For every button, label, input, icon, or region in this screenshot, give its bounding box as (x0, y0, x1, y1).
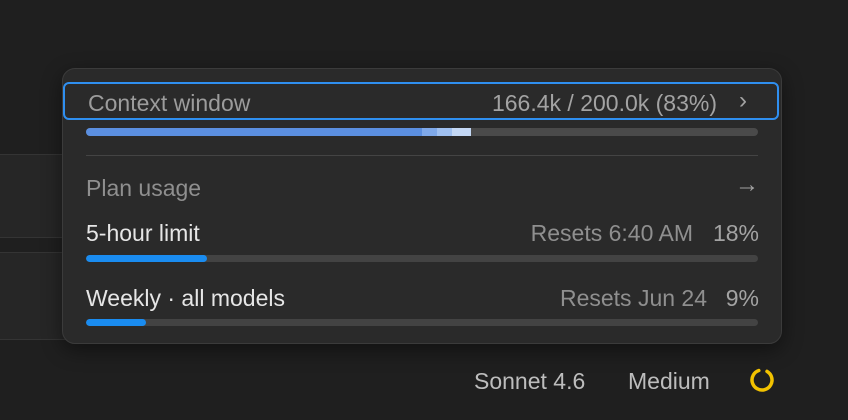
context-window-label: Context window (88, 90, 251, 116)
model-selector[interactable]: Sonnet 4.6 (474, 368, 585, 395)
context-window-segment (422, 128, 437, 136)
five-hour-limit-title: 5-hour limit (86, 220, 200, 246)
arrow-right-icon[interactable]: → (735, 171, 759, 199)
weekly-limit-title: Weekly · all models (86, 285, 285, 311)
weekly-limit-fill (86, 319, 146, 326)
plan-usage-label: Plan usage (86, 175, 202, 201)
context-window-row[interactable]: Context window 166.4k / 200.0k (83%) › (63, 82, 779, 120)
usage-popover: Context window 166.4k / 200.0k (83%) › P… (62, 68, 782, 344)
five-hour-limit-fill (86, 255, 207, 262)
weekly-limit-bar (86, 319, 758, 326)
divider (86, 155, 758, 156)
weekly-limit-reset: Resets Jun 24 (559, 285, 707, 311)
five-hour-limit-reset: Resets 6:40 AM (530, 220, 693, 246)
five-hour-limit-percent: 18% (712, 220, 759, 246)
context-window-segment (452, 128, 471, 136)
app-stage: Context window 166.4k / 200.0k (83%) › P… (0, 0, 848, 420)
chevron-right-icon: › (739, 87, 747, 114)
spinner-ring-icon (750, 368, 774, 392)
effort-selector[interactable]: Medium (628, 368, 710, 395)
context-window-value: 166.4k / 200.0k (83%) (491, 90, 717, 116)
five-hour-limit-bar (86, 255, 758, 262)
context-window-segment (437, 128, 452, 136)
context-window-segment (86, 128, 422, 136)
context-window-progress-bar (86, 128, 758, 136)
weekly-limit-percent: 9% (725, 285, 759, 311)
